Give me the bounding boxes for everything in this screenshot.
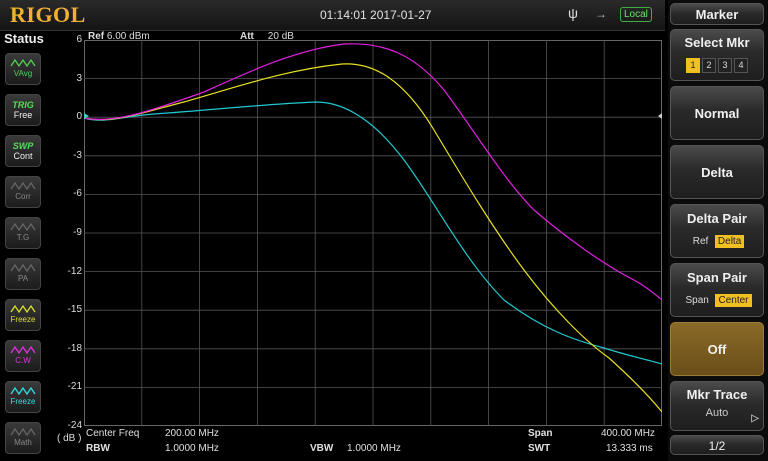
mkr-trace-value: Auto <box>705 407 729 419</box>
status-button-1[interactable]: TRIG Free <box>5 94 41 126</box>
unit-label: ( dB ) <box>57 433 82 444</box>
rbw-label: RBW <box>86 443 110 454</box>
y-tick-label: -3 <box>73 149 82 161</box>
rbw-value: 1.0000 MHz <box>165 443 219 454</box>
mkr-number-4[interactable]: 4 <box>734 58 748 73</box>
status-button-label: PA <box>17 274 29 283</box>
plot-grid <box>84 40 662 426</box>
delta-pair-ref[interactable]: Ref <box>690 235 712 248</box>
mkr-number-group[interactable]: 1234 <box>671 56 763 73</box>
y-tick-label: -21 <box>67 381 82 393</box>
swt-label: SWT <box>528 443 551 454</box>
status-wave-icon <box>10 58 36 68</box>
span-value: 400.00 MHz <box>601 428 655 439</box>
mkr-number-3[interactable]: 3 <box>718 58 732 73</box>
delta-pair-delta[interactable]: Delta <box>714 235 745 248</box>
mkr-trace-label: Mkr Trace <box>686 387 748 402</box>
status-button-label: Freeze <box>10 397 36 406</box>
span-pair-center[interactable]: Center <box>715 294 752 307</box>
status-button-label: VAvg <box>13 69 33 78</box>
spectrum-plot[interactable] <box>84 40 662 426</box>
status-wave-icon <box>10 222 36 232</box>
swt-value: 13.333 ms <box>606 443 653 454</box>
status-title: Status <box>4 31 44 46</box>
mkr-trace-button[interactable]: Mkr Trace Auto ▷ <box>670 381 764 431</box>
y-tick-label: -24 <box>67 420 82 431</box>
brand-logo: RIGOL <box>10 2 86 27</box>
status-button-5[interactable]: PA <box>5 258 41 290</box>
y-tick-label: -18 <box>67 342 82 354</box>
status-wave-icon <box>10 386 36 396</box>
menu-title: Marker <box>670 3 764 25</box>
status-button-3[interactable]: Corr <box>5 176 41 208</box>
off-button[interactable]: Off <box>670 322 764 376</box>
center-freq-label: Center Freq <box>86 428 140 439</box>
status-button-8[interactable]: Freeze <box>5 381 41 413</box>
status-button-0[interactable]: VAvg <box>5 53 41 85</box>
local-badge: Local <box>620 7 652 22</box>
delta-pair-button[interactable]: Delta Pair Ref Delta <box>670 204 764 258</box>
status-button-label: Math <box>14 438 32 447</box>
status-wave-icon <box>10 345 36 355</box>
center-freq-value: 200.00 MHz <box>165 428 219 439</box>
vbw-label: VBW <box>310 443 334 454</box>
y-tick-label: -9 <box>73 227 82 238</box>
status-button-label: Free <box>13 110 33 120</box>
select-mkr-button[interactable]: Select Mkr 1234 <box>670 29 764 81</box>
vbw-value: 1.0000 MHz <box>347 443 401 454</box>
status-wave-icon <box>10 304 36 314</box>
ref-marker <box>658 113 662 119</box>
y-tick-label: 3 <box>76 72 82 84</box>
normal-button[interactable]: Normal <box>670 86 764 140</box>
y-tick-label: -6 <box>73 188 82 200</box>
usb-icon: → <box>595 7 607 21</box>
chevron-right-icon: ▷ <box>751 413 759 424</box>
span-pair-label: Span Pair <box>687 270 747 285</box>
status-button-4[interactable]: T.G <box>5 217 41 249</box>
select-mkr-label: Select Mkr <box>684 35 750 50</box>
status-wave-icon <box>10 263 36 273</box>
status-button-9[interactable]: Math <box>5 422 41 454</box>
status-button-label: Freeze <box>10 315 36 324</box>
status-button-title: TRIG <box>12 100 34 110</box>
status-button-label: Corr <box>15 192 31 201</box>
delta-pair-label: Delta Pair <box>687 211 747 226</box>
status-wave-icon <box>10 181 36 191</box>
y-tick-label: -12 <box>67 265 82 277</box>
status-button-6[interactable]: Freeze <box>5 299 41 331</box>
delta-button[interactable]: Delta <box>670 145 764 199</box>
span-label: Span <box>528 428 553 439</box>
page-indicator[interactable]: 1/2 <box>670 435 764 455</box>
y-tick-label: -15 <box>67 304 82 316</box>
status-button-label: T.G <box>16 233 30 242</box>
status-button-label: C.W <box>15 356 31 365</box>
datetime: 01:14:01 2017-01-27 <box>320 8 432 22</box>
span-pair-button[interactable]: Span Pair Span Center <box>670 263 764 317</box>
status-button-7[interactable]: C.W <box>5 340 41 372</box>
status-button-label: Cont <box>13 151 33 161</box>
status-wave-icon <box>10 427 36 437</box>
span-pair-span[interactable]: Span <box>683 294 712 307</box>
mkr-number-2[interactable]: 2 <box>702 58 716 73</box>
mkr-number-1[interactable]: 1 <box>686 58 700 73</box>
status-button-2[interactable]: SWP Cont <box>5 135 41 167</box>
probe-icon: ψ <box>568 5 578 21</box>
y-tick-label: 0 <box>76 111 82 123</box>
y-tick-label: 6 <box>76 34 82 45</box>
status-button-title: SWP <box>12 141 34 151</box>
